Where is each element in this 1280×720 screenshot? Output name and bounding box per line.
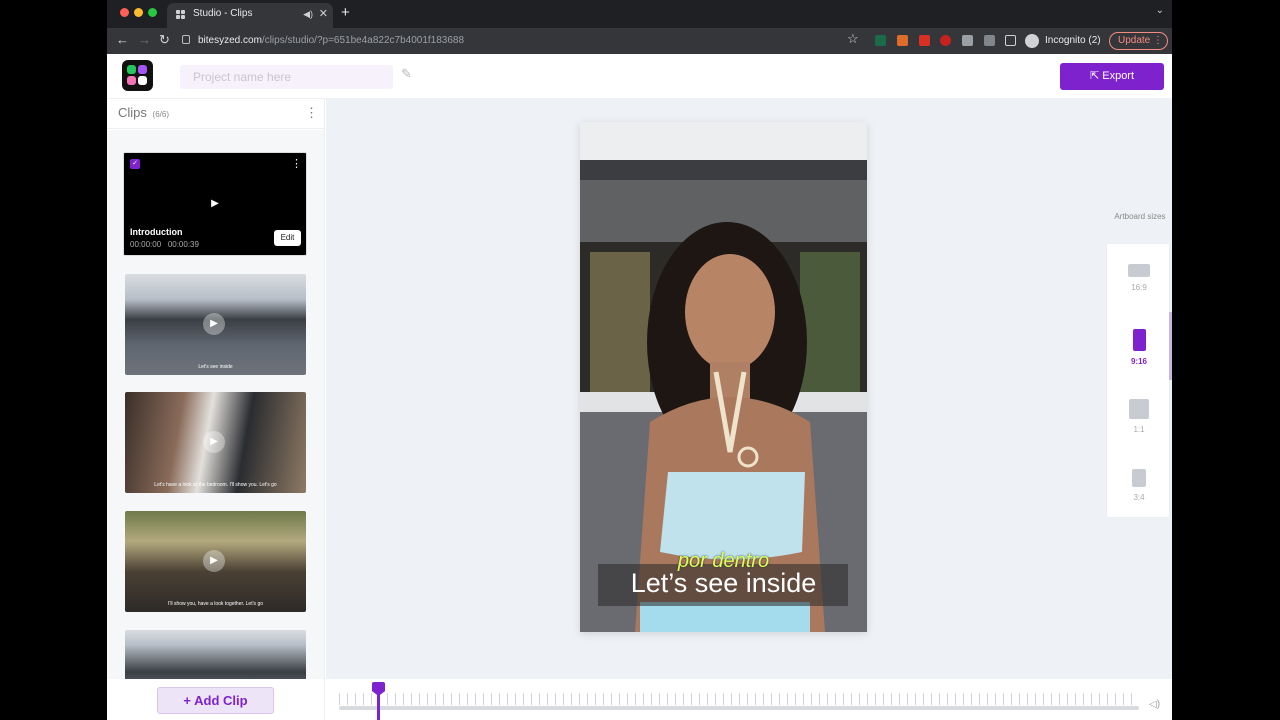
adblock-icon[interactable] — [940, 35, 951, 46]
more-vertical-icon[interactable]: ⋮ — [305, 105, 318, 121]
extensions-icon[interactable] — [962, 35, 973, 46]
plus-icon: + — [183, 693, 195, 708]
export-icon: ⇱ — [1089, 70, 1103, 82]
clip-caption: Let's see inside — [198, 364, 233, 370]
subtitle-main[interactable]: Let’s see inside — [580, 568, 867, 599]
browser-tab[interactable]: Studio - Clips ◀) ✕ — [167, 3, 333, 28]
clip-caption: Let's have a look at the bedroom. I'll s… — [154, 482, 277, 488]
artboard-16-9-button[interactable]: 16:9 — [1107, 264, 1171, 292]
pencil-icon[interactable]: ✎ — [401, 66, 412, 82]
project-name-input[interactable]: Project name here — [180, 65, 393, 89]
artboard-label: 1:1 — [1133, 425, 1145, 434]
clip-time: 00:00:00 00:00:39 — [130, 240, 199, 249]
export-label: Export — [1102, 70, 1135, 82]
play-icon[interactable]: ▶ — [204, 193, 226, 215]
clips-sidebar: Clips (6/6) ⋮ ✓ ⋮ ▶ Introduction 00:00:0… — [107, 99, 325, 720]
profile-label: Incognito (2) — [1045, 35, 1101, 46]
artboard-3-4-button[interactable]: 3:4 — [1107, 469, 1171, 502]
square-icon — [1129, 399, 1149, 419]
volume-icon[interactable]: ◁) — [1149, 699, 1160, 710]
app-header: Project name here ✎ ⇱ Export — [107, 54, 1172, 99]
artboard-label: 16:9 — [1131, 283, 1147, 292]
clip-title: Introduction — [130, 227, 183, 237]
portrait-icon — [1132, 469, 1146, 487]
timeline-ticks — [339, 693, 1139, 705]
clip-card[interactable]: ▶ Let's see inside — [125, 274, 306, 375]
browser-window: Studio - Clips ◀) ✕ + ⌄ ← → ↻ bitesyzed.… — [107, 0, 1172, 720]
clips-list: ✓ ⋮ ▶ Introduction 00:00:00 00:00:39 Edi… — [107, 130, 324, 679]
play-icon[interactable]: ▶ — [203, 313, 225, 335]
extension-icon[interactable] — [875, 35, 886, 46]
clips-count: (6/6) — [152, 110, 169, 119]
tab-bar: Studio - Clips ◀) ✕ + ⌄ — [107, 0, 1172, 28]
clip-card[interactable]: ▶ I'll show you, have a look together. L… — [125, 511, 306, 612]
back-icon[interactable]: ← — [116, 32, 129, 48]
clips-header: Clips (6/6) — [107, 99, 324, 129]
clip-card[interactable] — [125, 630, 306, 679]
extension-icon[interactable] — [897, 35, 908, 46]
landscape-icon — [1128, 264, 1150, 277]
video-preview[interactable]: por dentro Let’s see inside — [580, 122, 867, 632]
play-icon[interactable]: ▶ — [203, 431, 225, 453]
favicon-icon — [176, 10, 185, 19]
canvas-area: por dentro Let’s see inside Artboard siz… — [326, 99, 1172, 679]
artboard-label: 3:4 — [1133, 493, 1145, 502]
clip-card[interactable]: ▶ Let's have a look at the bedroom. I'll… — [125, 392, 306, 493]
star-icon[interactable]: ☆ — [847, 31, 859, 47]
export-button[interactable]: ⇱ Export — [1060, 63, 1164, 90]
update-button[interactable]: Update ⋮ — [1109, 32, 1168, 50]
reload-icon[interactable]: ↻ — [159, 32, 170, 48]
new-tab-button[interactable]: + — [341, 3, 350, 23]
minimize-window-button[interactable] — [134, 8, 143, 17]
artboard-label: 9:16 — [1130, 357, 1147, 366]
clips-title: Clips — [118, 105, 147, 120]
playhead-line — [377, 695, 380, 720]
artboard-9-16-button[interactable]: 9:16 — [1107, 329, 1171, 366]
timeline-track[interactable] — [339, 706, 1139, 710]
maximize-window-button[interactable] — [148, 8, 157, 17]
lock-icon — [182, 35, 190, 44]
reading-list-icon[interactable] — [984, 35, 995, 46]
clip-caption: I'll show you, have a look together. Let… — [167, 601, 264, 607]
edit-button[interactable]: Edit — [274, 230, 301, 246]
timeline: ◁) — [326, 679, 1172, 720]
play-icon[interactable]: ▶ — [203, 550, 225, 572]
artboard-sizes-panel: 16:9 9:16 1:1 3:4 — [1106, 243, 1170, 518]
address-bar: ← → ↻ bitesyzed.com/clips/studio/?p=651b… — [107, 28, 1172, 54]
mute-icon[interactable]: ◀) — [303, 3, 313, 25]
side-panel-icon[interactable] — [1005, 35, 1016, 46]
artboard-sizes-title: Artboard sizes — [1114, 212, 1166, 221]
add-clip-label: Add Clip — [194, 693, 248, 708]
app-logo[interactable] — [122, 60, 153, 91]
close-window-button[interactable] — [120, 8, 129, 17]
close-tab-icon[interactable]: ✕ — [319, 3, 328, 25]
artboard-1-1-button[interactable]: 1:1 — [1107, 399, 1171, 434]
update-label: Update — [1118, 35, 1151, 46]
portrait-icon — [1132, 329, 1146, 351]
incognito-icon — [1025, 34, 1039, 48]
forward-icon[interactable]: → — [138, 32, 151, 48]
clip-card-introduction[interactable]: ✓ ⋮ ▶ Introduction 00:00:00 00:00:39 Edi… — [123, 152, 307, 256]
url-path: /clips/studio/?p=651be4a822c7b4001f18368… — [261, 35, 465, 46]
tab-search-icon[interactable]: ⌄ — [1156, 5, 1164, 16]
extension-icon[interactable] — [919, 35, 930, 46]
profile-button[interactable]: Incognito (2) — [1025, 32, 1101, 50]
add-clip-button[interactable]: + Add Clip — [157, 687, 274, 714]
url-field[interactable]: bitesyzed.com/clips/studio/?p=651be4a822… — [182, 32, 464, 50]
checkbox[interactable]: ✓ — [130, 159, 140, 169]
tab-title: Studio - Clips — [193, 8, 253, 19]
url-host: bitesyzed.com — [198, 35, 262, 46]
scrollbar[interactable] — [1169, 312, 1172, 380]
clip-menu-icon[interactable]: ⋮ — [291, 157, 302, 170]
